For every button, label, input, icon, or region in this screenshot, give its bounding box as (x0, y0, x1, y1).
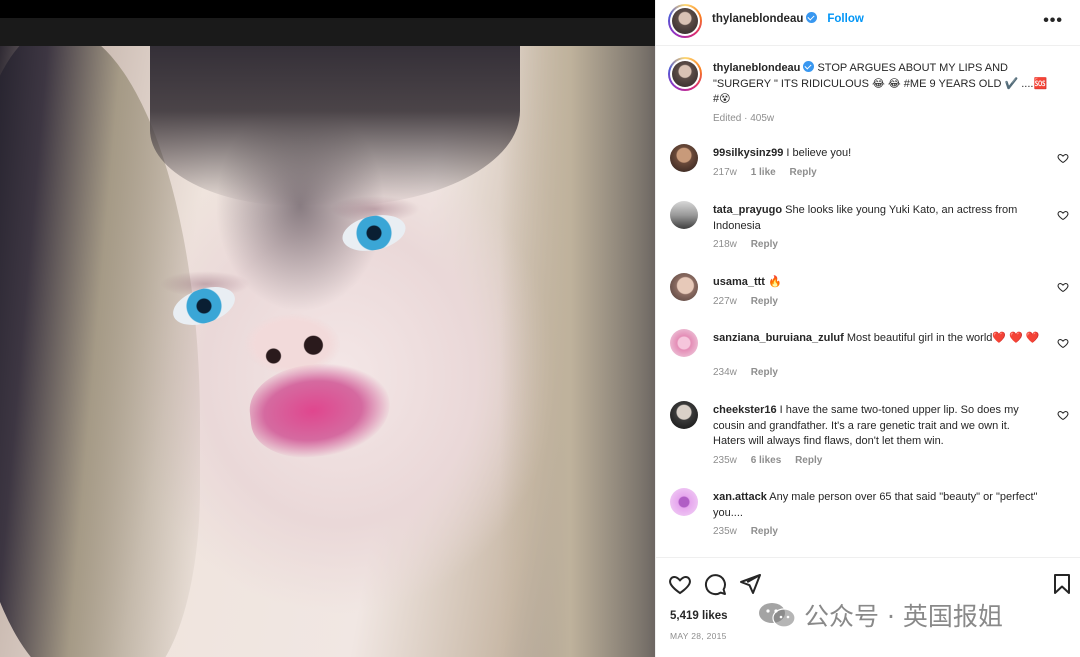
header-meta: thylaneblondeau Follow (712, 12, 864, 25)
comment-body: 🔥 (768, 276, 782, 288)
follow-button[interactable]: Follow (827, 13, 863, 25)
more-options-icon[interactable]: ••• (1043, 12, 1063, 30)
comment-meta: 217w 1 like Reply (713, 167, 828, 178)
comment-body: Most beautiful girl in the world❤️ ❤️ ❤️ (846, 332, 1040, 344)
watermark-text: 公众号 · 英国报姐 (804, 602, 1003, 631)
photo-hair-right (500, 46, 655, 657)
comment-username[interactable]: tata_prayugo (713, 204, 782, 216)
comment-body: I believe you! (786, 147, 852, 159)
comment-text: usama_ttt 🔥 (713, 275, 1043, 291)
photo-lips (245, 356, 395, 464)
commenter-avatar[interactable] (670, 488, 698, 516)
comment-meta: 235w Reply (713, 526, 789, 537)
comment-meta: 234w Reply (713, 367, 789, 378)
commenter-avatar[interactable] (670, 329, 698, 357)
comment-age: 217w (713, 167, 737, 178)
comment-age: 218w (713, 239, 737, 250)
heart-icon[interactable] (1057, 281, 1069, 293)
post-media (0, 0, 655, 657)
author-avatar[interactable] (668, 4, 702, 38)
bookmark-icon[interactable] (1050, 572, 1074, 596)
comment-username[interactable]: usama_ttt (713, 276, 765, 288)
reply-button[interactable]: Reply (751, 367, 778, 378)
post-date: MAY 28, 2015 (670, 631, 727, 641)
reply-button[interactable]: Reply (751, 296, 778, 307)
caption-edited-age: Edited · 405w (713, 113, 775, 124)
photo-bangs (150, 46, 520, 206)
comment-age: 235w (713, 526, 737, 537)
comment-icon[interactable] (703, 572, 727, 596)
wechat-logo-icon (759, 603, 796, 628)
caption-avatar-image (672, 61, 698, 87)
commenter-avatar[interactable] (670, 201, 698, 229)
caption-meta: Edited · 405w (713, 113, 785, 124)
comment-text: cheekster16 I have the same two-toned up… (713, 403, 1043, 450)
commenter-avatar[interactable] (670, 273, 698, 301)
comment-age: 234w (713, 367, 737, 378)
media-frame-band (0, 18, 655, 46)
comment-text: 99silkysinz99 I believe you! (713, 146, 1043, 162)
comment-text: sanziana_buruiana_zuluf Most beautiful g… (713, 331, 1043, 347)
verified-badge-icon (803, 61, 815, 72)
instagram-post: thylaneblondeau Follow ••• thylaneblondea… (0, 0, 1080, 657)
comment-username[interactable]: xan.attack (713, 491, 767, 503)
caption-username[interactable]: thylaneblondeau (713, 62, 800, 74)
media-top-bar (0, 0, 655, 18)
comment-thread[interactable]: thylaneblondeau STOP ARGUES ABOUT MY LIP… (656, 47, 1080, 557)
comment-username[interactable]: 99silkysinz99 (713, 147, 783, 159)
commenter-avatar[interactable] (670, 144, 698, 172)
comment-likes[interactable]: 1 like (751, 167, 776, 178)
caption-text: thylaneblondeau STOP ARGUES ABOUT MY LIP… (713, 61, 1053, 108)
share-icon[interactable] (738, 572, 762, 596)
comment-username[interactable]: cheekster16 (713, 404, 777, 416)
comment-likes[interactable]: 6 likes (751, 455, 782, 466)
heart-icon[interactable] (1057, 152, 1069, 164)
heart-icon[interactable] (1057, 337, 1069, 349)
comment-meta: 235w 6 likes Reply (713, 455, 833, 466)
comment-username[interactable]: sanziana_buruiana_zuluf (713, 332, 844, 344)
post-photo[interactable] (0, 46, 655, 657)
reply-button[interactable]: Reply (751, 526, 778, 537)
heart-icon[interactable] (1057, 209, 1069, 221)
comment-text: xan.attack Any male person over 65 that … (713, 490, 1043, 521)
comment-age: 235w (713, 455, 737, 466)
verified-badge-icon (806, 12, 818, 23)
comment-age: 227w (713, 296, 737, 307)
like-heart-icon[interactable] (668, 572, 692, 596)
heart-icon[interactable] (1057, 409, 1069, 421)
reply-button[interactable]: Reply (795, 455, 822, 466)
author-avatar-image (672, 8, 698, 34)
post-side-panel: thylaneblondeau Follow ••• thylaneblondea… (655, 0, 1080, 657)
comment-text: tata_prayugo She looks like young Yuki K… (713, 203, 1043, 234)
caption-avatar[interactable] (668, 57, 702, 91)
comment-meta: 227w Reply (713, 296, 789, 307)
watermark: 公众号 · 英国报姐 (758, 597, 1003, 633)
post-header: thylaneblondeau Follow ••• (656, 0, 1080, 46)
commenter-avatar[interactable] (670, 401, 698, 429)
author-username[interactable]: thylaneblondeau (712, 13, 803, 25)
reply-button[interactable]: Reply (751, 239, 778, 250)
reply-button[interactable]: Reply (790, 167, 817, 178)
likes-count[interactable]: 5,419 likes (670, 610, 728, 622)
comment-meta: 218w Reply (713, 239, 789, 250)
